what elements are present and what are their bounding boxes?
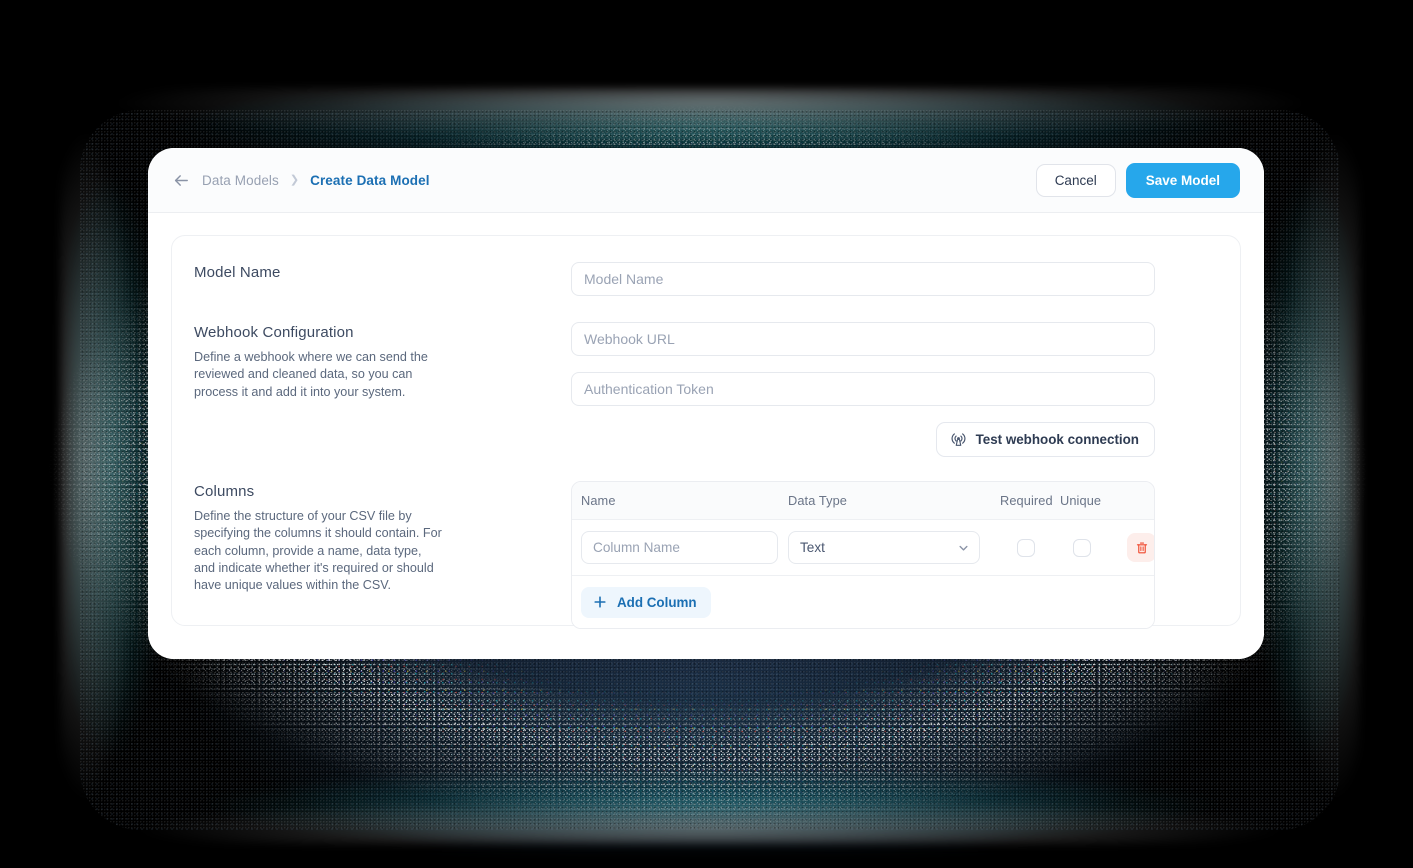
trash-icon bbox=[1135, 541, 1149, 555]
row-unique-cell bbox=[1060, 538, 1112, 557]
model-name-input[interactable] bbox=[571, 262, 1155, 296]
columns-label-column: Columns Define the structure of your CSV… bbox=[194, 481, 571, 594]
columns-table-footer: Add Column bbox=[572, 576, 1154, 628]
model-name-title: Model Name bbox=[194, 264, 281, 281]
save-model-button[interactable]: Save Model bbox=[1125, 162, 1240, 198]
columns-table-header: Name Data Type Required Unique bbox=[572, 482, 1154, 520]
data-type-select-wrapper: Text bbox=[788, 531, 980, 564]
columns-description: Define the structure of your CSV file by… bbox=[194, 509, 442, 592]
add-column-button[interactable]: Add Column bbox=[581, 586, 711, 618]
model-name-input-column bbox=[571, 262, 1216, 296]
test-webhook-row: Test webhook connection bbox=[571, 422, 1155, 457]
broadcast-icon bbox=[950, 431, 967, 448]
column-header-data-type: Data Type bbox=[788, 493, 847, 508]
add-column-label: Add Column bbox=[617, 594, 697, 610]
webhook-description: Define a webhook where we can send the r… bbox=[194, 350, 428, 399]
data-type-select[interactable]: Text bbox=[788, 531, 980, 564]
authentication-token-input[interactable] bbox=[571, 372, 1155, 406]
app-window: Data Models ❯ Create Data Model Cancel S… bbox=[148, 148, 1264, 659]
table-row: Text bbox=[572, 520, 1154, 576]
breadcrumb-item-data-models[interactable]: Data Models bbox=[202, 173, 279, 188]
row-required-cell bbox=[1000, 538, 1060, 557]
model-name-label-column: Model Name bbox=[194, 262, 571, 281]
row-actions-cell bbox=[1112, 533, 1154, 562]
plus-icon bbox=[593, 595, 607, 609]
unique-checkbox[interactable] bbox=[1073, 538, 1091, 557]
window-body: Model Name Webhook Configuration Define … bbox=[148, 213, 1264, 659]
arrow-left-icon[interactable] bbox=[172, 171, 191, 190]
row-data-type-cell: Text bbox=[788, 531, 1000, 564]
toolbar-actions: Cancel Save Model bbox=[1035, 162, 1240, 198]
columns-section: Columns Define the structure of your CSV… bbox=[194, 481, 1216, 629]
window-toolbar: Data Models ❯ Create Data Model Cancel S… bbox=[148, 148, 1264, 213]
test-webhook-connection-button[interactable]: Test webhook connection bbox=[935, 422, 1155, 457]
cancel-button[interactable]: Cancel bbox=[1035, 163, 1116, 197]
column-header-required: Required bbox=[1000, 493, 1053, 508]
webhook-section: Webhook Configuration Define a webhook w… bbox=[194, 322, 1216, 457]
column-name-input[interactable] bbox=[581, 531, 778, 564]
test-webhook-label: Test webhook connection bbox=[975, 432, 1139, 447]
column-header-unique: Unique bbox=[1060, 493, 1102, 508]
row-name-cell bbox=[581, 531, 788, 564]
breadcrumb: Data Models ❯ Create Data Model bbox=[172, 171, 430, 190]
chevron-right-icon: ❯ bbox=[289, 173, 300, 186]
columns-title: Columns bbox=[194, 483, 255, 500]
breadcrumb-current-page: Create Data Model bbox=[310, 172, 430, 188]
column-header-name: Name bbox=[581, 493, 616, 508]
columns-table-column: Name Data Type Required Unique Column Na… bbox=[571, 481, 1216, 629]
webhook-label-column: Webhook Configuration Define a webhook w… bbox=[194, 322, 571, 401]
model-name-section: Model Name bbox=[194, 262, 1216, 296]
required-checkbox[interactable] bbox=[1017, 538, 1035, 557]
screenshot-stage: Data Models ❯ Create Data Model Cancel S… bbox=[0, 0, 1413, 868]
webhook-url-input[interactable] bbox=[571, 322, 1155, 356]
webhook-input-column: Test webhook connection bbox=[571, 322, 1216, 457]
columns-table: Name Data Type Required Unique Column Na… bbox=[571, 481, 1155, 629]
webhook-title: Webhook Configuration bbox=[194, 324, 354, 341]
form-panel: Model Name Webhook Configuration Define … bbox=[171, 235, 1241, 629]
data-type-selected-value: Text bbox=[800, 540, 825, 555]
delete-column-button[interactable] bbox=[1127, 533, 1154, 562]
